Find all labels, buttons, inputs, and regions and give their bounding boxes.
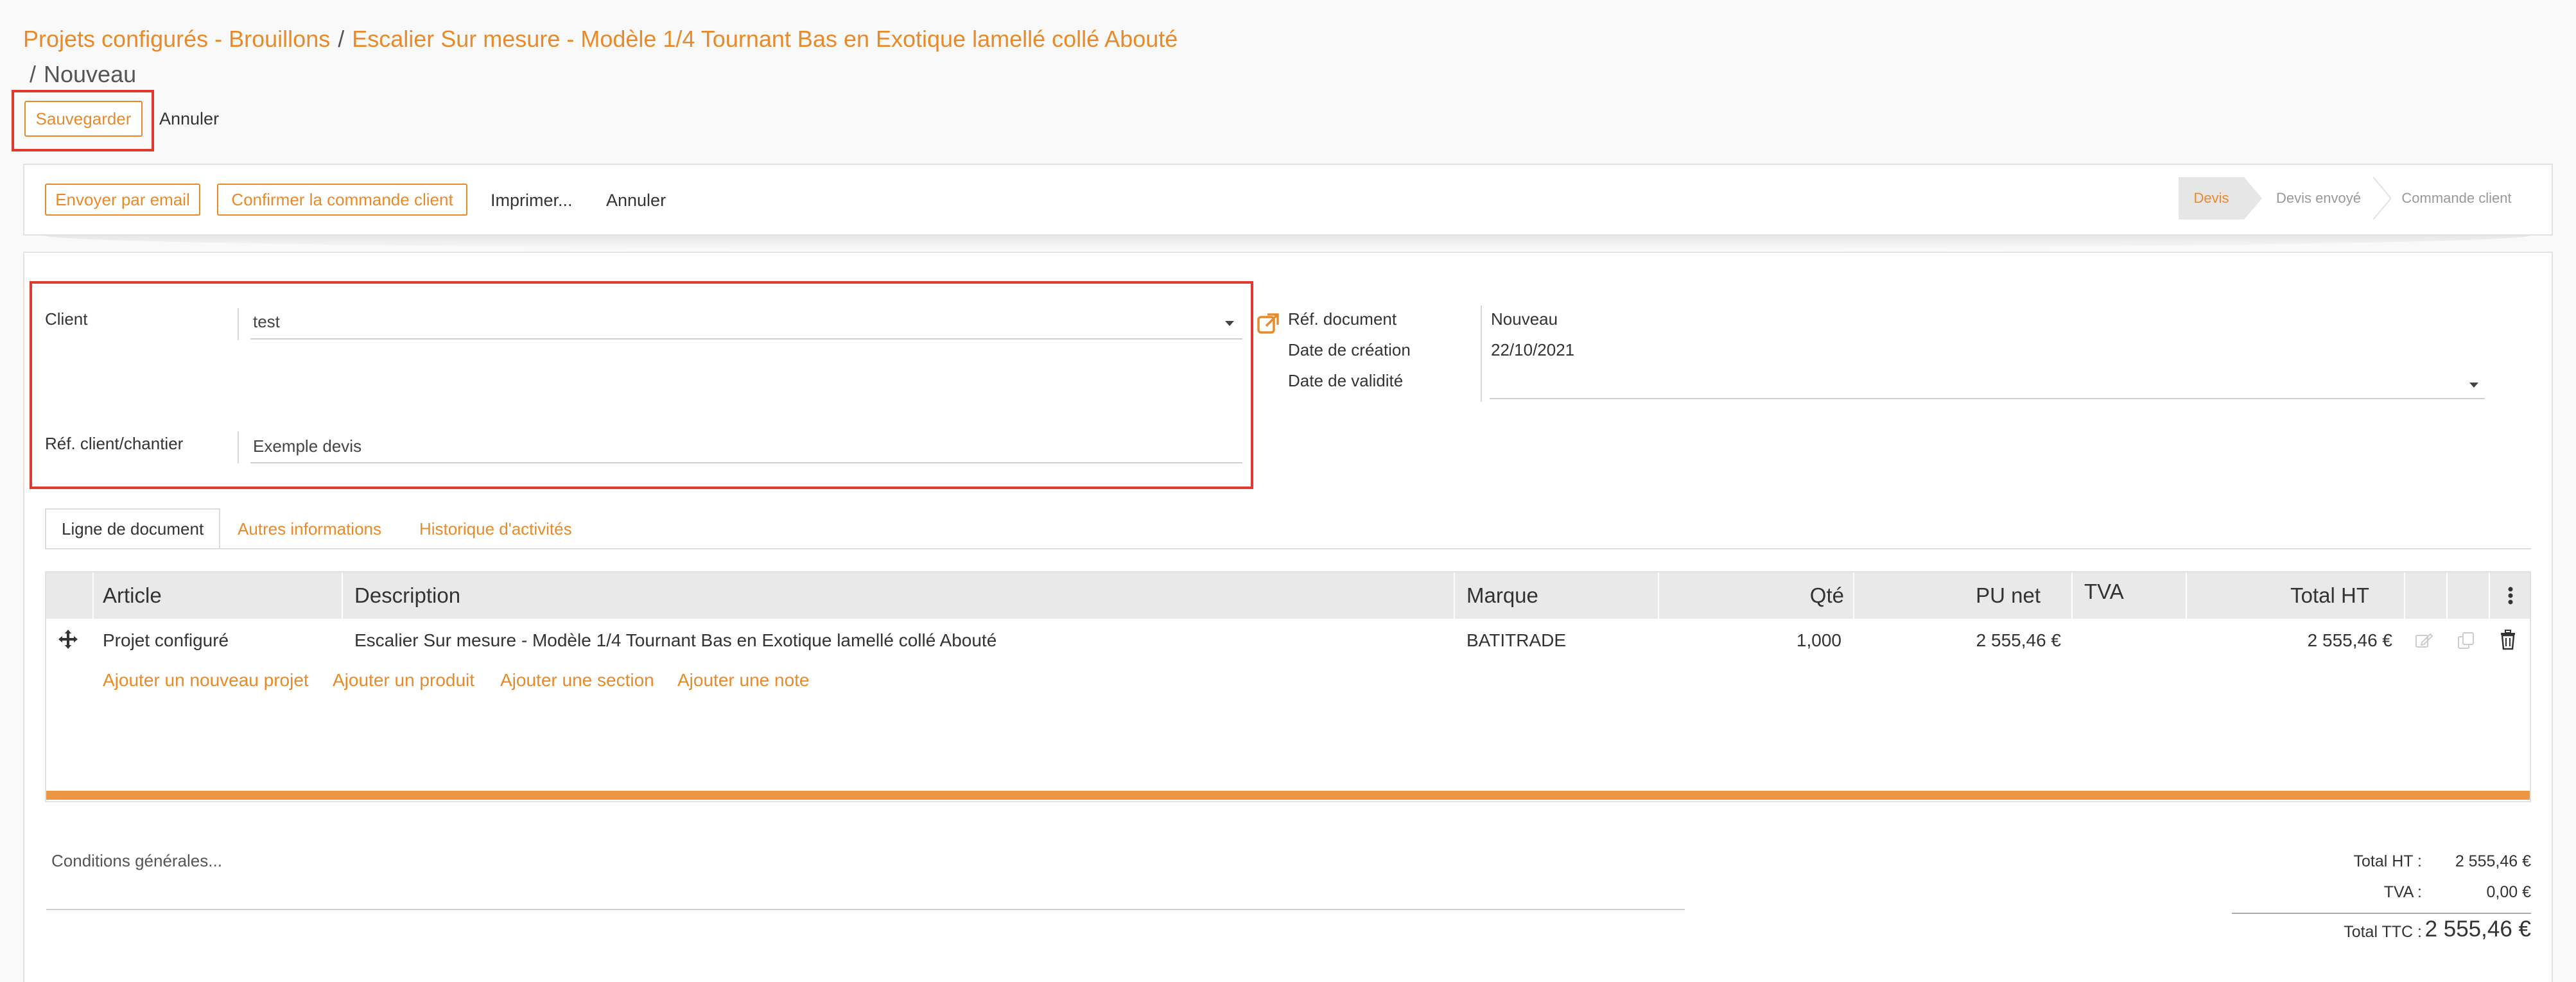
validity-date-field[interactable] bbox=[1491, 372, 2467, 398]
save-button[interactable]: Sauvegarder bbox=[24, 101, 143, 137]
total-ttc-value: 2 555,46 € bbox=[2424, 917, 2531, 942]
terms-field[interactable]: Conditions générales... bbox=[51, 851, 1669, 877]
column-header-unit-price[interactable]: PU net bbox=[1853, 573, 2041, 619]
column-header-article[interactable]: Article bbox=[103, 573, 162, 619]
field-separator bbox=[238, 431, 239, 463]
doc-ref-value: Nouveau bbox=[1491, 309, 1558, 329]
validity-date-label: Date de validité bbox=[1288, 371, 1404, 390]
stage-arrow-icon bbox=[2373, 177, 2391, 220]
total-ht-label: Total HT : bbox=[2353, 852, 2422, 870]
external-link-icon[interactable] bbox=[1256, 311, 1282, 336]
ref-field-underline bbox=[250, 462, 1242, 463]
breadcrumb-link-project[interactable]: Escalier Sur mesure - Modèle 1/4 Tournan… bbox=[352, 26, 1178, 52]
doc-ref-label: Réf. document bbox=[1288, 309, 1397, 329]
created-date-label: Date de création bbox=[1288, 340, 1411, 359]
column-separator bbox=[2446, 573, 2448, 619]
tabs-divider bbox=[45, 548, 2531, 549]
ref-field[interactable]: Exemple devis bbox=[253, 436, 361, 456]
client-highlight-box bbox=[30, 281, 1253, 489]
column-header-tax[interactable]: TVA bbox=[2084, 569, 2124, 615]
row-quantity[interactable]: 1,000 bbox=[1658, 628, 1841, 653]
row-unit-price[interactable]: 2 555,46 € bbox=[1853, 628, 2061, 653]
breadcrumb-current: Nouveau bbox=[44, 61, 137, 87]
breadcrumb-separator: / bbox=[338, 26, 345, 52]
column-header-brand[interactable]: Marque bbox=[1466, 573, 1538, 619]
column-separator bbox=[2489, 573, 2490, 619]
chevron-down-icon[interactable] bbox=[2469, 383, 2478, 388]
status-stage-sent[interactable]: Devis envoyé bbox=[2264, 177, 2373, 220]
client-field[interactable]: test bbox=[253, 312, 280, 332]
client-field-underline bbox=[250, 338, 1242, 340]
discard-button[interactable]: Annuler bbox=[159, 106, 219, 132]
tab-activity-history[interactable]: Historique d'activités bbox=[419, 508, 572, 549]
ref-label: Réf. client/chantier bbox=[45, 434, 184, 453]
breadcrumb: Projets configurés - Brouillons / Escalier… bbox=[23, 26, 1178, 53]
validity-date-underline bbox=[1490, 398, 2485, 399]
copy-icon[interactable] bbox=[2457, 631, 2476, 650]
add-project-link[interactable]: Ajouter un nouveau projet bbox=[103, 670, 309, 691]
add-section-link[interactable]: Ajouter une section bbox=[500, 670, 654, 691]
drag-handle-icon[interactable] bbox=[57, 628, 80, 651]
print-button[interactable]: Imprimer... bbox=[491, 187, 573, 213]
client-label: Client bbox=[45, 309, 88, 329]
column-separator bbox=[2071, 573, 2073, 619]
column-options-icon[interactable] bbox=[2507, 585, 2514, 606]
column-separator bbox=[92, 573, 94, 619]
add-product-link[interactable]: Ajouter un produit bbox=[333, 670, 474, 691]
action-bar-shadow bbox=[45, 236, 2530, 250]
breadcrumb-current-line: / Nouveau bbox=[30, 61, 136, 88]
tax-value: 0,00 € bbox=[2486, 883, 2531, 901]
stage-arrow-icon bbox=[2244, 177, 2262, 220]
tab-document-lines[interactable]: Ligne de document bbox=[45, 508, 221, 549]
column-header-description[interactable]: Description bbox=[354, 573, 460, 619]
cancel-quote-button[interactable]: Annuler bbox=[606, 187, 666, 213]
edit-icon[interactable] bbox=[2414, 631, 2433, 650]
row-brand[interactable]: BATITRADE bbox=[1466, 628, 1566, 653]
field-separator bbox=[238, 308, 239, 340]
column-header-quantity[interactable]: Qté bbox=[1658, 573, 1844, 619]
row-article[interactable]: Projet configuré bbox=[103, 628, 229, 653]
column-separator bbox=[1454, 573, 1455, 619]
confirm-order-button[interactable]: Confirmer la commande client bbox=[217, 184, 467, 216]
column-header-total[interactable]: Total HT bbox=[2186, 573, 2369, 619]
chevron-down-icon[interactable] bbox=[1225, 321, 1234, 326]
row-total: 2 555,46 € bbox=[2307, 630, 2392, 650]
status-stage-quote[interactable]: Devis bbox=[2179, 177, 2244, 220]
breadcrumb-link-drafts[interactable]: Projets configurés - Brouillons bbox=[23, 26, 330, 52]
field-separator bbox=[1481, 306, 1482, 402]
breadcrumb-separator: / bbox=[30, 61, 37, 87]
tab-other-info[interactable]: Autres informations bbox=[238, 508, 381, 549]
add-note-link[interactable]: Ajouter une note bbox=[677, 670, 810, 691]
row-description[interactable]: Escalier Sur mesure - Modèle 1/4 Tournan… bbox=[354, 628, 996, 653]
table-bottom-bar bbox=[46, 791, 2530, 800]
column-separator bbox=[2404, 573, 2405, 619]
totals-divider bbox=[2232, 913, 2531, 914]
column-separator bbox=[342, 573, 343, 619]
total-ht-value: 2 555,46 € bbox=[2455, 852, 2531, 870]
created-date-value: 22/10/2021 bbox=[1491, 340, 1575, 359]
status-stage-order[interactable]: Commande client bbox=[2392, 177, 2521, 220]
tax-label: TVA : bbox=[2383, 883, 2422, 901]
terms-field-underline bbox=[46, 909, 1685, 910]
trash-icon[interactable] bbox=[2499, 630, 2517, 650]
send-email-button[interactable]: Envoyer par email bbox=[45, 184, 200, 216]
